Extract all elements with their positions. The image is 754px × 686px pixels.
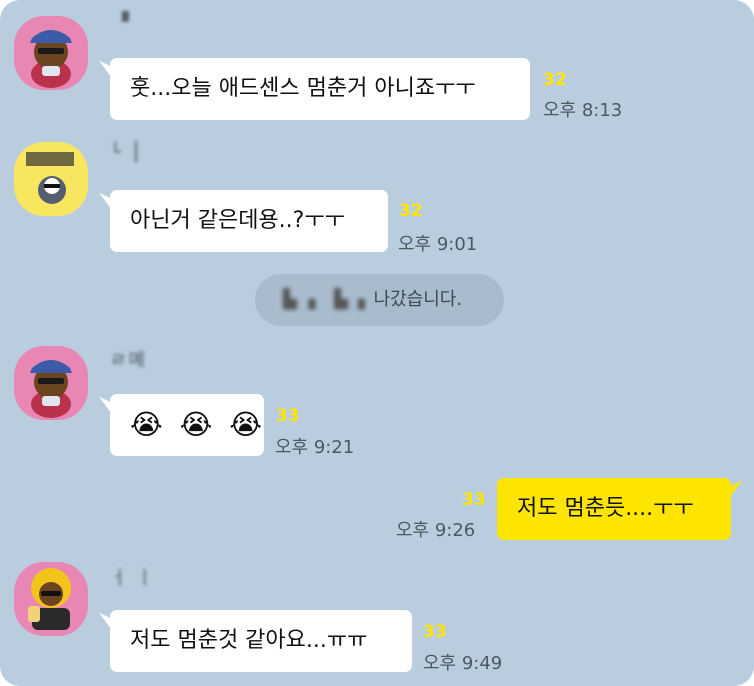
- profile-avatar[interactable]: [14, 16, 88, 90]
- character-avatar-icon: [14, 346, 88, 420]
- chat-room: ▘ 훗...오늘 애드센스 멈춘거 아니죠ㅜㅜ 32 오후 8:13 └▕ 아닌…: [0, 0, 754, 686]
- character-avatar-icon: [14, 562, 88, 636]
- message-bubble[interactable]: 아닌거 같은데용..?ㅜㅜ: [110, 190, 388, 252]
- character-avatar-icon: [14, 142, 88, 216]
- sender-name: ㄹ몌: [110, 350, 148, 371]
- message-bubble[interactable]: 😭 😭 😭: [110, 394, 264, 456]
- my-message-bubble[interactable]: 저도 멈춘듯....ㅜㅜ: [497, 478, 731, 540]
- message-time: 오후 9:49: [423, 653, 503, 674]
- left-member-name: ▙ ▖ ▙▗: [283, 289, 368, 310]
- message-bubble[interactable]: 훗...오늘 애드센스 멈춘거 아니죠ㅜㅜ: [110, 58, 530, 120]
- unread-count: 33: [276, 406, 300, 426]
- unread-count: 33: [462, 490, 486, 510]
- unread-count: 32: [399, 201, 423, 221]
- unread-count: 33: [423, 622, 447, 642]
- message-time: 오후 9:01: [398, 234, 478, 255]
- character-avatar-icon: [14, 16, 88, 90]
- profile-avatar[interactable]: [14, 562, 88, 636]
- leave-notice-text: 나갔습니다.: [373, 289, 463, 310]
- message-time: 오후 8:13: [543, 100, 623, 121]
- sender-name: ㅓ ㅣ: [110, 568, 155, 589]
- message-time: 오후 9:26: [396, 520, 476, 541]
- message-time: 오후 9:21: [275, 437, 355, 458]
- profile-avatar[interactable]: [14, 346, 88, 420]
- message-bubble[interactable]: 저도 멈춘것 같아요...ㅠㅠ: [110, 610, 412, 672]
- sender-name: └▕: [110, 142, 139, 163]
- sender-name: ▘: [122, 12, 138, 33]
- unread-count: 32: [543, 70, 567, 90]
- profile-avatar[interactable]: [14, 142, 88, 216]
- leave-notice: ▙ ▖ ▙▗ 나갔습니다.: [255, 274, 504, 326]
